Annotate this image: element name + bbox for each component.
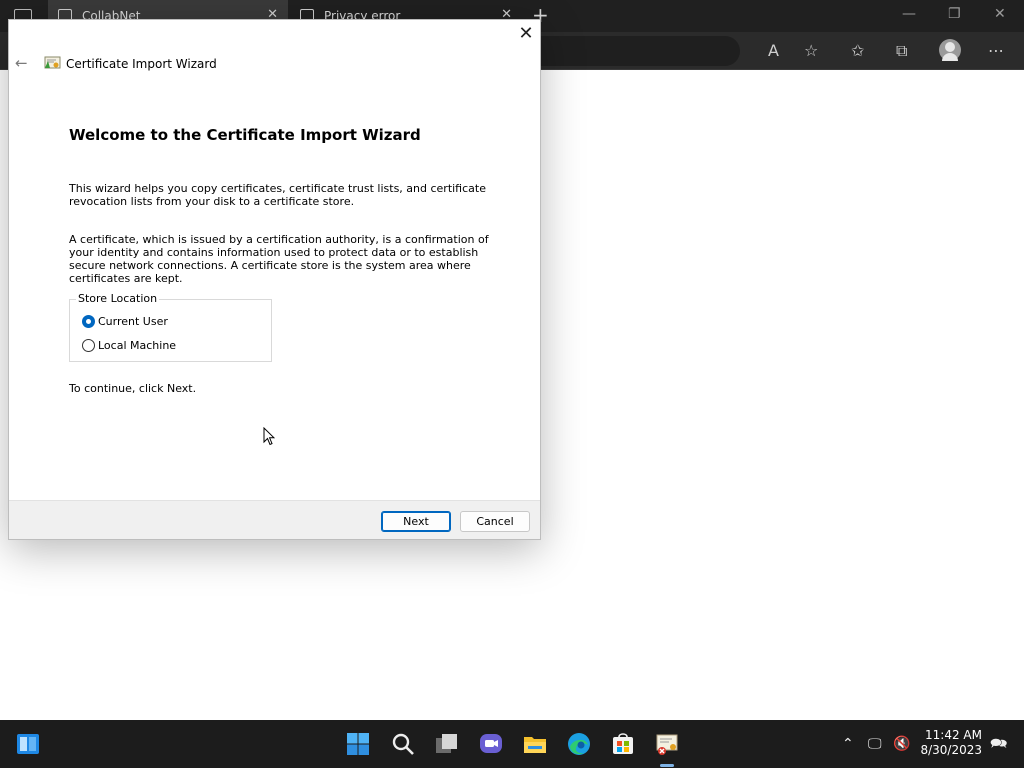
radio-button[interactable] [82, 339, 95, 352]
collections-icon[interactable]: ⧉ [896, 41, 907, 61]
active-app-indicator [660, 764, 674, 767]
volume-muted-icon[interactable]: 🔇 [893, 733, 910, 755]
cancel-button[interactable]: Cancel [460, 511, 530, 532]
close-icon[interactable]: ✕ [515, 23, 537, 45]
network-icon[interactable]: 🖵 [868, 733, 882, 755]
task-view-icon[interactable] [434, 731, 460, 757]
close-window-icon[interactable]: ✕ [994, 6, 1006, 22]
notifications-icon[interactable]: 🗪 [990, 733, 1007, 755]
certificate-icon [44, 56, 61, 69]
start-icon[interactable] [345, 731, 371, 757]
radio-label: Current User [98, 315, 168, 328]
store-icon[interactable] [610, 731, 636, 757]
widgets-icon[interactable] [15, 731, 41, 757]
certificate-manager-icon[interactable] [654, 731, 680, 757]
wizard-intro-text: This wizard helps you copy certificates,… [69, 182, 486, 208]
search-icon[interactable] [390, 731, 416, 757]
chevron-up-icon[interactable]: ⌃ [842, 733, 854, 755]
clock-date: 8/30/2023 [920, 743, 982, 757]
store-location-group: Store Location Current User Local Machin… [69, 292, 272, 362]
wizard-heading: Welcome to the Certificate Import Wizard [69, 126, 421, 144]
certificate-import-wizard: ✕ ← Certificate Import Wizard Welcome to… [8, 19, 541, 540]
next-button[interactable]: Next [381, 511, 451, 532]
clock-time: 11:42 AM [925, 728, 982, 742]
system-clock[interactable]: 11:42 AM 8/30/2023 [912, 728, 982, 758]
edge-icon[interactable] [566, 731, 592, 757]
restore-icon[interactable]: ❐ [948, 6, 961, 22]
radio-button[interactable] [82, 315, 95, 328]
taskbar: ⌃ 🖵 🔇 11:42 AM 8/30/2023 🗪 [0, 720, 1024, 768]
favorites-icon[interactable]: ✩ [851, 41, 864, 61]
store-location-label: Store Location [76, 292, 160, 305]
back-arrow-icon[interactable]: ← [15, 54, 28, 72]
wizard-footer: Next Cancel [9, 500, 540, 539]
teams-chat-icon[interactable] [478, 731, 504, 757]
radio-label: Local Machine [98, 339, 177, 352]
minimize-icon[interactable]: — [902, 6, 916, 22]
profile-icon[interactable] [939, 39, 961, 61]
radio-current-user[interactable]: Current User [82, 315, 168, 328]
add-favorite-icon[interactable]: ☆ [804, 41, 818, 61]
more-icon[interactable]: ⋯ [988, 41, 1004, 61]
wizard-title: Certificate Import Wizard [66, 57, 217, 71]
read-aloud-icon[interactable]: A [768, 41, 779, 61]
wizard-description-text: A certificate, which is issued by a cert… [69, 233, 489, 285]
radio-local-machine[interactable]: Local Machine [82, 339, 176, 352]
file-explorer-icon[interactable] [522, 731, 548, 757]
continue-instruction: To continue, click Next. [69, 382, 197, 395]
mouse-cursor-icon [263, 427, 275, 446]
